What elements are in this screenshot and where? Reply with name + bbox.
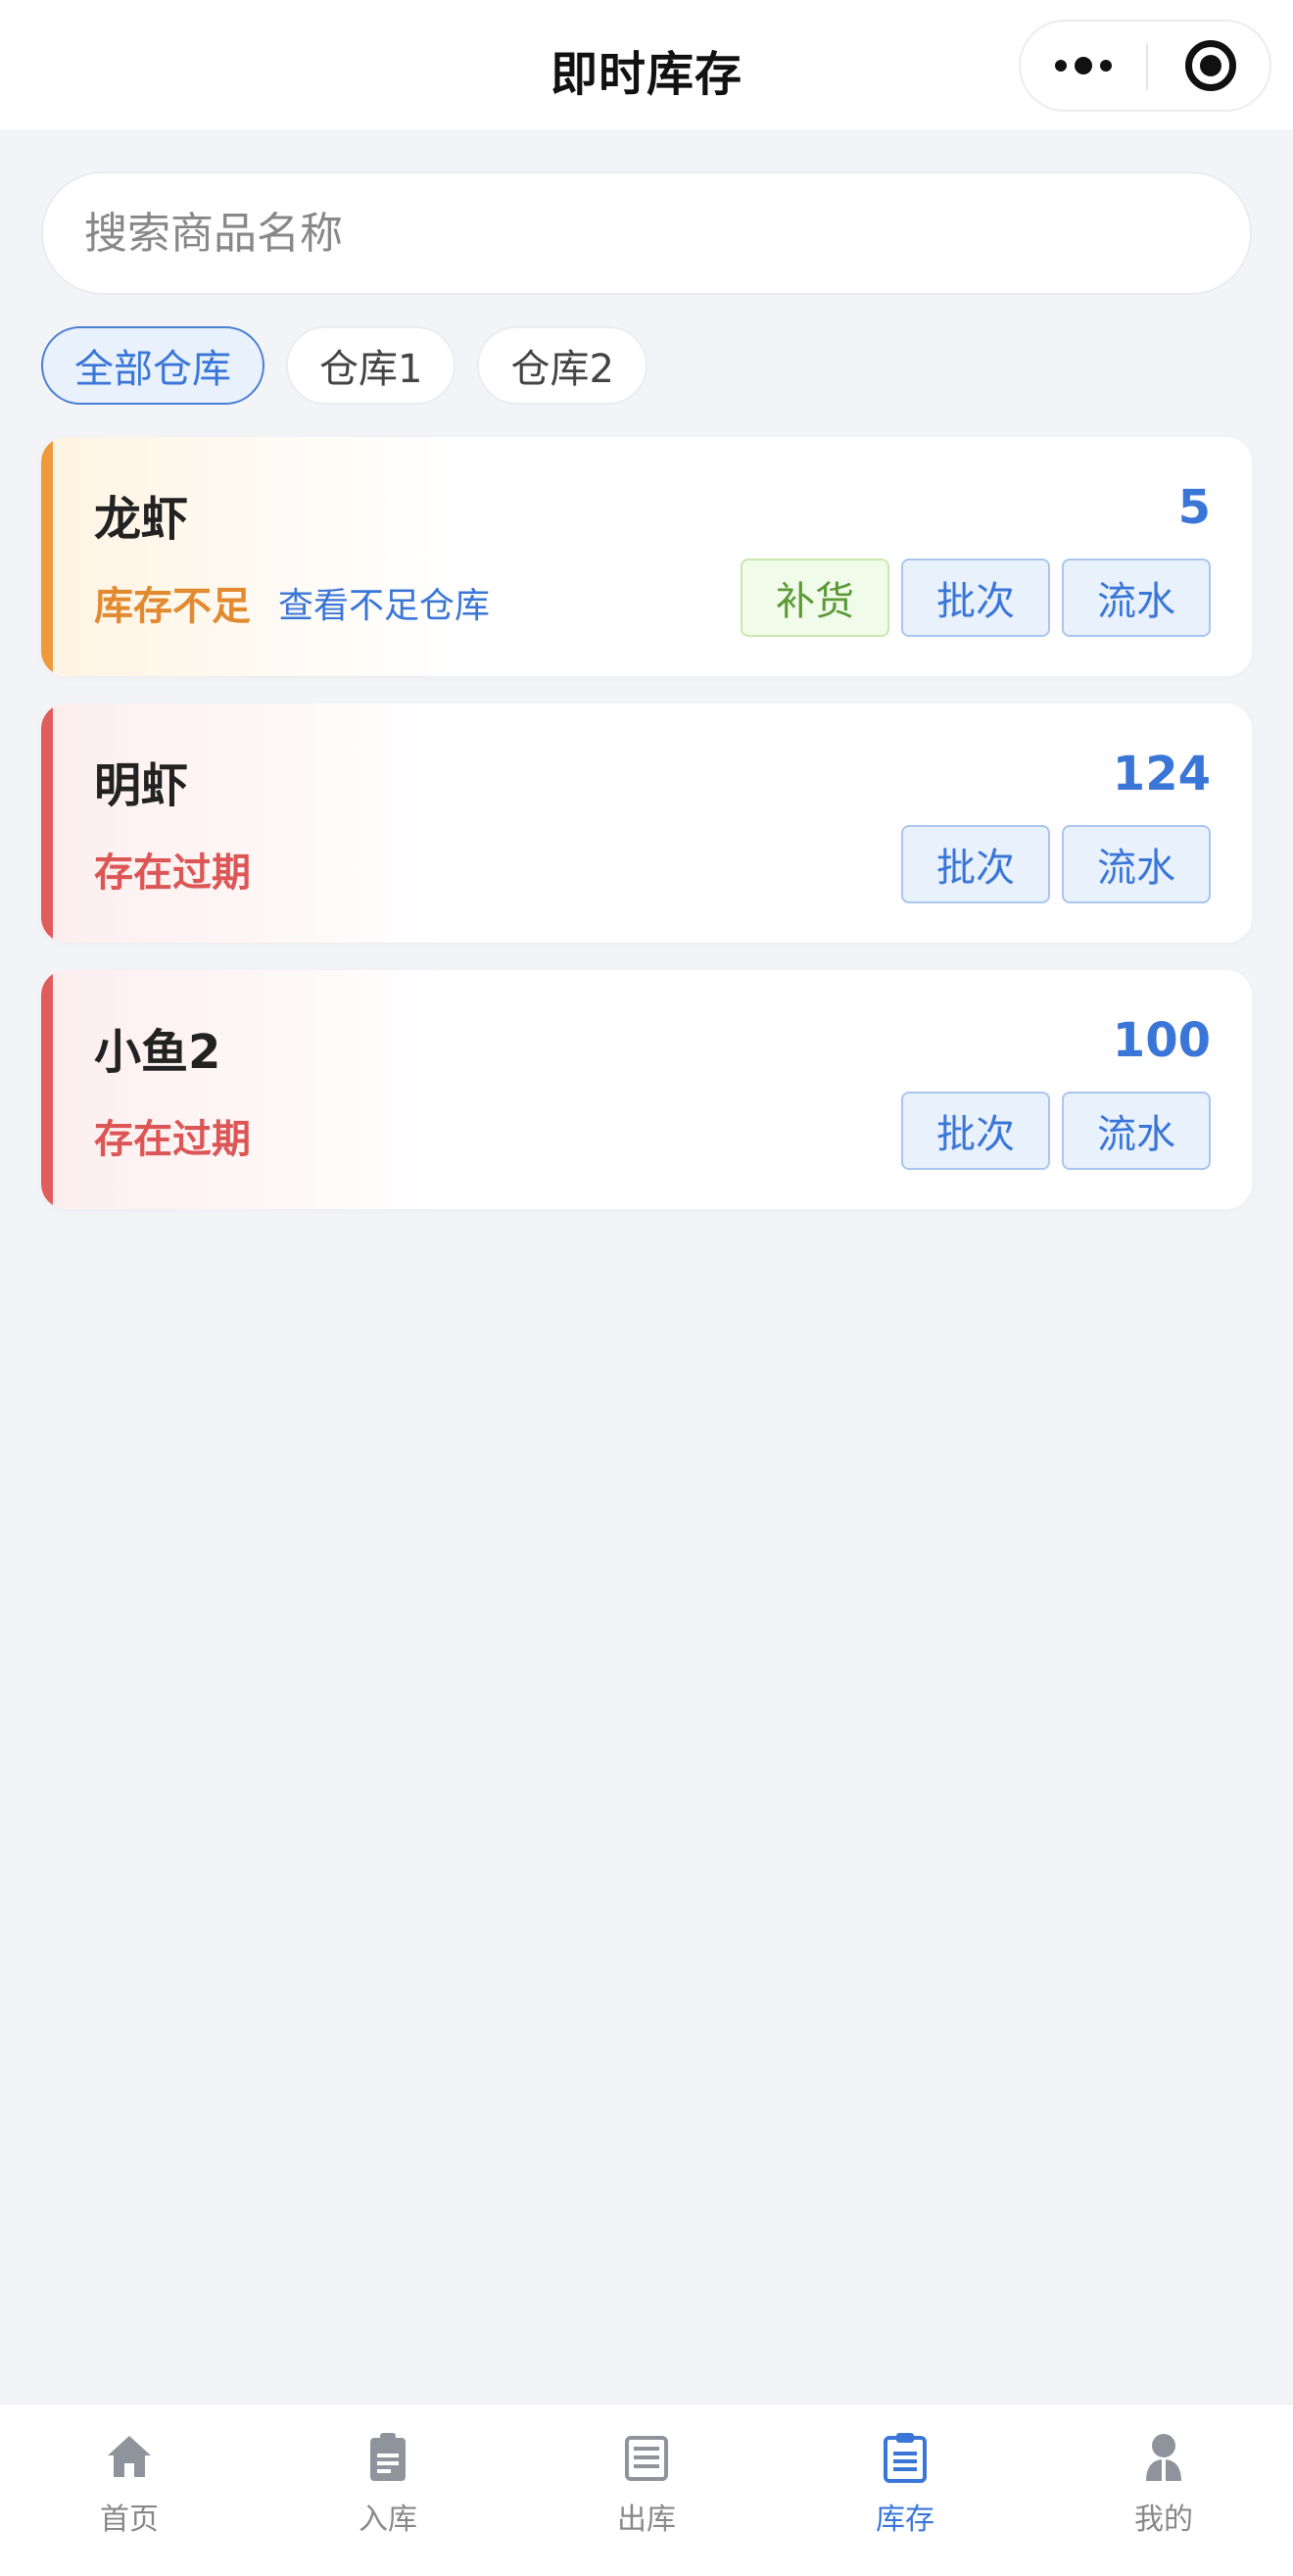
bottom-tab-bar: 首页 入库 出库 库存 我的 <box>0 2404 1293 2576</box>
tab-label: 首页 <box>100 2503 159 2537</box>
stock-quantity: 5 <box>1177 480 1211 535</box>
tab-profile[interactable]: 我的 <box>1034 2405 1293 2576</box>
tab-label: 入库 <box>359 2503 417 2537</box>
batch-button[interactable]: 批次 <box>901 559 1050 637</box>
status-bar <box>41 704 53 943</box>
inventory-card[interactable]: 明虾 124 存在过期 批次 流水 <box>41 704 1252 943</box>
card-actions: 批次 流水 <box>901 825 1211 903</box>
card-actions: 补货 批次 流水 <box>741 559 1211 637</box>
inventory-card[interactable]: 龙虾 5 库存不足 查看不足仓库 补货 批次 流水 <box>41 437 1252 676</box>
flow-button[interactable]: 流水 <box>1062 825 1211 903</box>
tab-label: 我的 <box>1134 2503 1193 2537</box>
close-icon[interactable] <box>1185 40 1236 91</box>
flow-button[interactable]: 流水 <box>1062 1092 1211 1170</box>
product-name: 龙虾 <box>94 492 189 547</box>
search-input[interactable] <box>84 208 1250 259</box>
status-bar <box>41 437 53 676</box>
capsule-divider <box>1146 43 1148 90</box>
card-actions: 批次 流水 <box>901 1092 1211 1170</box>
search-box <box>41 171 1252 295</box>
batch-button[interactable]: 批次 <box>901 1092 1050 1170</box>
batch-button[interactable]: 批次 <box>901 825 1050 903</box>
flow-button[interactable]: 流水 <box>1062 559 1211 637</box>
stock-quantity: 100 <box>1112 1013 1211 1068</box>
inventory-card[interactable]: 小鱼2 100 存在过期 批次 流水 <box>41 970 1252 1209</box>
inventory-icon <box>880 2430 931 2485</box>
filter-chip-all[interactable]: 全部仓库 <box>41 326 264 405</box>
product-name: 小鱼2 <box>94 1025 221 1080</box>
filter-chip-warehouse-1[interactable]: 仓库1 <box>286 326 456 405</box>
product-name: 明虾 <box>94 758 189 813</box>
status-bar <box>41 970 53 1209</box>
status-label: 存在过期 <box>94 851 251 896</box>
clipboard-icon <box>362 2430 413 2485</box>
list-icon <box>621 2430 672 2485</box>
tab-label: 出库 <box>617 2503 676 2537</box>
status-label: 库存不足 <box>94 584 251 629</box>
view-shortage-link[interactable]: 查看不足仓库 <box>278 577 490 628</box>
stock-quantity: 124 <box>1112 747 1211 802</box>
restock-button[interactable]: 补货 <box>741 559 889 637</box>
user-icon <box>1138 2430 1189 2485</box>
tab-label: 库存 <box>876 2503 934 2537</box>
inventory-page: 即时库存 全部仓库 仓库1 仓库2 龙虾 5 库存不足 查看不足仓库 补货 批次… <box>0 0 1293 2576</box>
tab-inventory[interactable]: 库存 <box>776 2405 1034 2576</box>
tab-stock-in[interactable]: 入库 <box>259 2405 517 2576</box>
mini-program-capsule <box>1019 20 1271 112</box>
tab-home[interactable]: 首页 <box>0 2405 259 2576</box>
home-icon <box>104 2430 155 2485</box>
tab-stock-out[interactable]: 出库 <box>517 2405 776 2576</box>
filter-chip-warehouse-2[interactable]: 仓库2 <box>477 326 647 405</box>
status-label: 存在过期 <box>94 1117 251 1162</box>
warehouse-filter: 全部仓库 仓库1 仓库2 <box>41 326 647 407</box>
more-icon[interactable] <box>1021 22 1146 110</box>
nav-header: 即时库存 <box>0 0 1293 129</box>
